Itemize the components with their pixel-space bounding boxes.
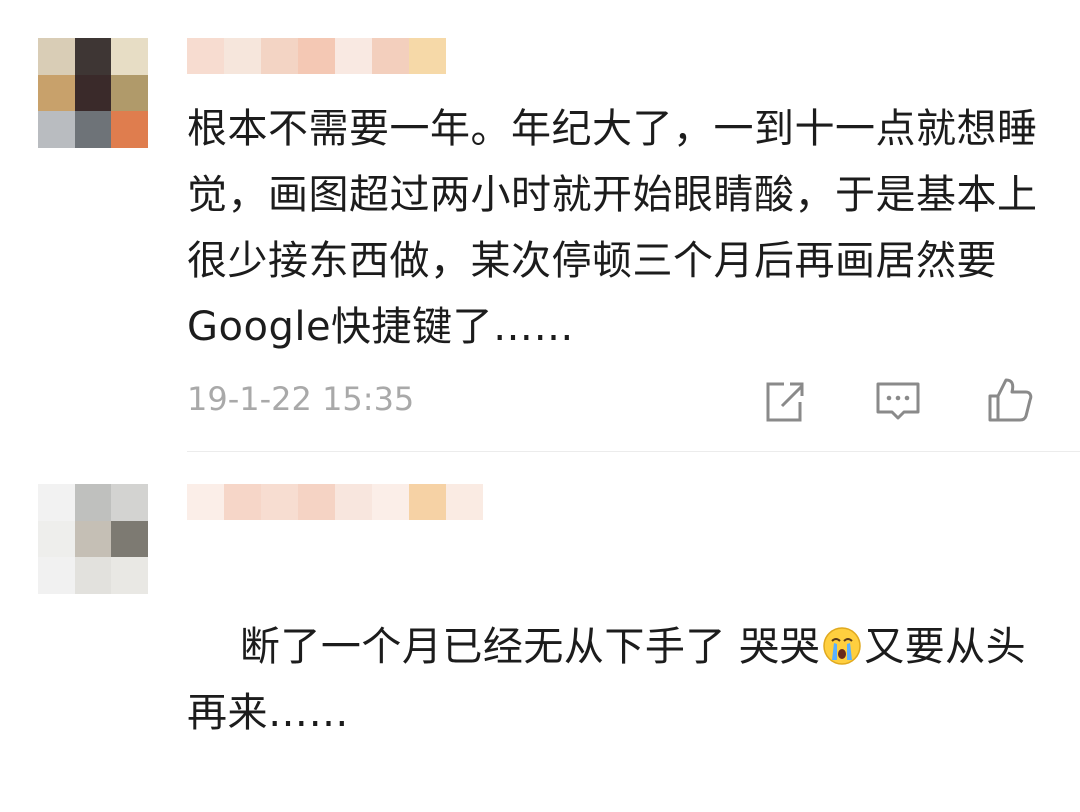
comment-2: 断了一个月已经无从下手了 哭哭 又要从头再来…… bbox=[0, 452, 1080, 736]
comment-text: 根本不需要一年。年纪大了，一到十一点就想睡觉，画图超过两小时就开始眼睛酸，于是基… bbox=[187, 106, 1038, 350]
comment-text: 断了一个月已经无从下手了 哭哭 又要从头再来…… bbox=[187, 548, 1047, 812]
username-redacted[interactable] bbox=[187, 38, 446, 74]
reply-icon bbox=[876, 382, 920, 420]
like-button[interactable] bbox=[986, 376, 1034, 424]
reply-button[interactable] bbox=[874, 378, 922, 426]
share-button[interactable] bbox=[760, 378, 808, 426]
share-icon bbox=[766, 382, 804, 422]
avatar[interactable] bbox=[38, 484, 148, 594]
comment-text-part: 断了一个月已经无从下手了 哭哭 bbox=[239, 624, 821, 670]
username-redacted[interactable] bbox=[187, 484, 483, 520]
like-icon bbox=[988, 378, 1033, 422]
avatar[interactable] bbox=[38, 38, 148, 148]
timestamp: 19-1-22 15:35 bbox=[187, 380, 415, 418]
comment-1: 根本不需要一年。年纪大了，一到十一点就想睡觉，画图超过两小时就开始眼睛酸，于是基… bbox=[0, 0, 1080, 452]
crying-face-icon bbox=[823, 627, 861, 665]
